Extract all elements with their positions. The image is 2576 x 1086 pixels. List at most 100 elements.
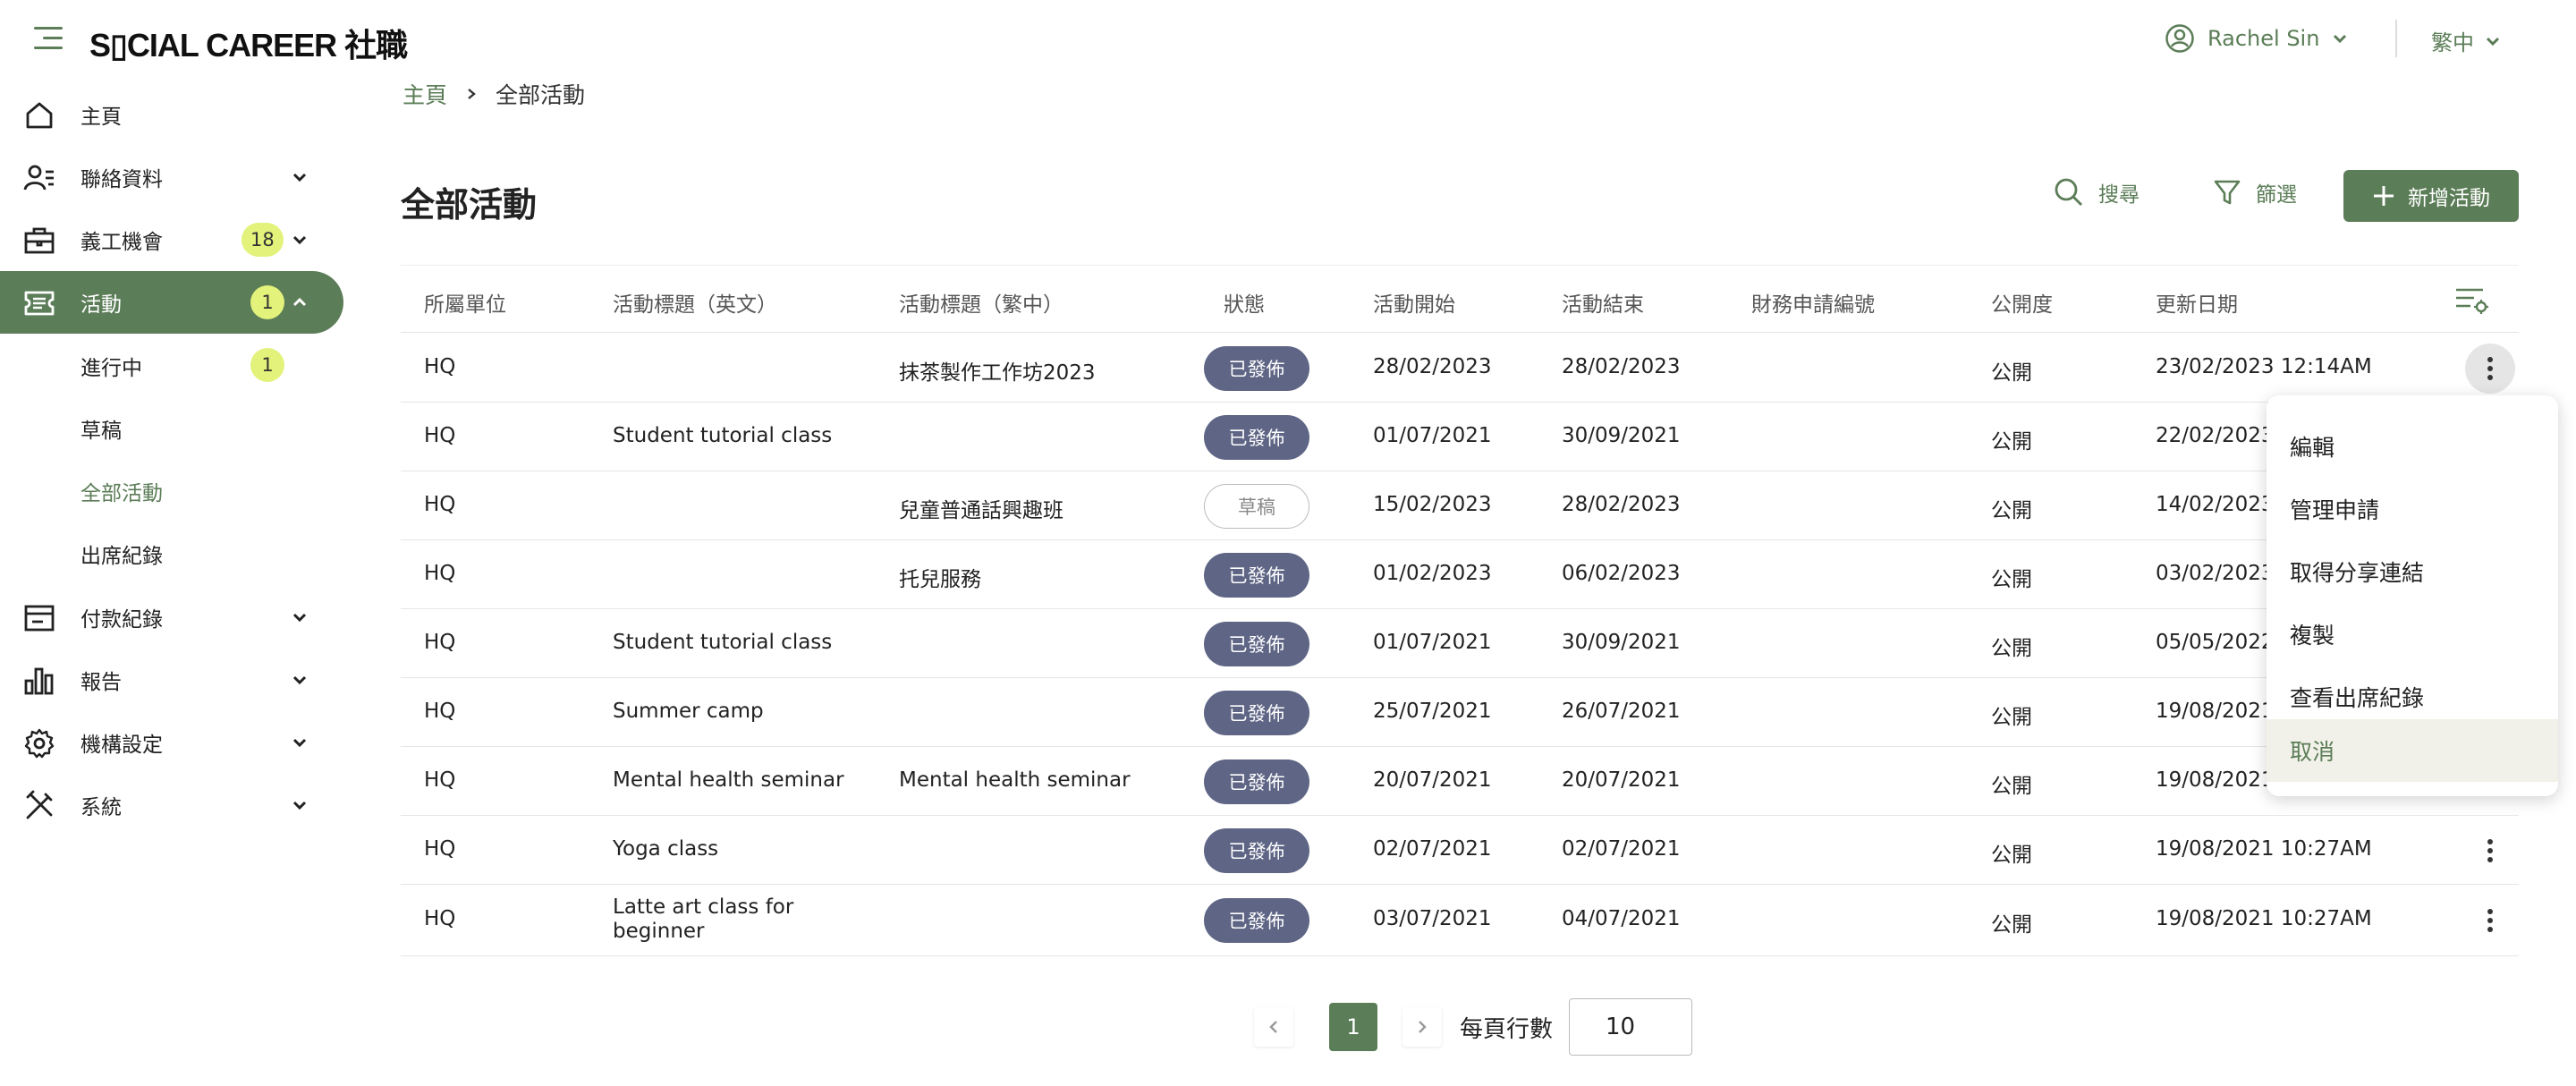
table-row[interactable]: HQ 兒童普通話興趣班 15/02/2023 28/02/2023 公開 14/02/20… [401, 471, 2519, 540]
filter-button[interactable]: 篩選 [2213, 177, 2297, 208]
language-selector[interactable]: 繁中 [2431, 25, 2501, 56]
contacts-icon [23, 165, 54, 191]
status-badge: 草稿 [1204, 483, 1309, 529]
chart-icon [24, 667, 54, 695]
cell-unit: HQ [424, 907, 456, 930]
cell-updated: 23/02/2023 12:14AM [2156, 354, 2372, 378]
home-icon [26, 102, 53, 129]
table-row[interactable]: HQ Yoga class 02/07/2021 02/07/2021 公開 19/08/… [401, 816, 2519, 885]
chevron-down-icon [2334, 34, 2347, 44]
sidebar-item-system[interactable]: 系統 [0, 774, 343, 836]
cell-unit: HQ [424, 630, 456, 654]
column-header[interactable]: 活動標題（英文） [613, 287, 777, 318]
cell-end: 30/09/2021 [1562, 423, 1681, 447]
sidebar-subitem-all-activities[interactable]: 全部活動 [80, 476, 163, 506]
more-vertical-icon [2487, 909, 2493, 932]
chevron-down-icon [292, 613, 307, 623]
cell-start: 01/02/2023 [1373, 561, 1492, 585]
menu-item-duplicate[interactable]: 複製 [2267, 603, 2558, 666]
column-header[interactable]: 活動開始 [1373, 287, 1455, 318]
column-header[interactable]: 財務申請編號 [1751, 287, 1875, 318]
next-page-button[interactable] [1402, 1007, 1442, 1047]
cell-start: 20/07/2021 [1373, 768, 1492, 792]
row-context-menu: 編輯 管理申請 取得分享連結 複製 查看出席紀錄 取消 [2267, 395, 2558, 796]
table-row[interactable]: HQ 托兒服務 01/02/2023 06/02/2023 公開 03/02/2023 已發… [401, 540, 2519, 609]
column-header[interactable]: 活動標題（繁中） [899, 287, 1063, 318]
sidebar-subitem-draft[interactable]: 草稿 [80, 413, 122, 444]
menu-item-cancel[interactable]: 取消 [2267, 719, 2558, 782]
table-row[interactable]: HQ Mental health seminar Mental health sem… [401, 747, 2519, 816]
sidebar-item-label: 系統 [80, 796, 122, 819]
status-badge: 已發佈 [1204, 827, 1309, 873]
row-actions-button[interactable] [2465, 343, 2515, 394]
chevron-down-icon [292, 738, 307, 748]
chevron-down-icon [292, 801, 307, 810]
cell-visibility: 公開 [1991, 361, 2032, 385]
row-actions-button[interactable] [2465, 826, 2515, 876]
status-badge: 已發佈 [1204, 414, 1309, 460]
status-badge: 已發佈 [1204, 621, 1309, 666]
menu-icon[interactable] [34, 27, 63, 50]
search-button[interactable]: 搜尋 [2054, 177, 2140, 208]
cell-title-en: Latte art class for beginner [613, 895, 794, 943]
sidebar-item-org-settings[interactable]: 機構設定 [0, 711, 343, 774]
ticket-icon [24, 291, 55, 316]
cell-title-en: Mental health seminar [613, 768, 844, 792]
column-settings-icon[interactable] [2454, 285, 2490, 316]
sidebar-item-label: 活動 [80, 293, 122, 317]
menu-item-manage-applications[interactable]: 管理申請 [2267, 478, 2558, 540]
sidebar-item-label: 付款紀錄 [80, 608, 163, 632]
sidebar-item-payments[interactable]: 付款紀錄 [0, 586, 343, 649]
cell-updated: 19/08/2021 [2156, 699, 2275, 723]
breadcrumb-home[interactable]: 主頁 [402, 78, 447, 110]
row-actions-button[interactable] [2465, 895, 2515, 946]
menu-item-get-share-link[interactable]: 取得分享連結 [2267, 540, 2558, 603]
column-header[interactable]: 所屬單位 [424, 287, 506, 318]
table-row[interactable]: HQ Student tutorial class 01/07/2021 30/09/… [401, 403, 2519, 471]
chevron-right-icon [1419, 1021, 1427, 1033]
sidebar-item-reports[interactable]: 報告 [0, 649, 343, 711]
rows-per-page-input[interactable] [1569, 998, 1692, 1056]
user-name: Rachel Sin [2207, 26, 2320, 51]
cell-unit: HQ [424, 561, 456, 585]
cell-end: 26/07/2021 [1562, 699, 1681, 723]
cell-title-zh: 托兒服務 [899, 567, 981, 591]
sidebar-item-home[interactable]: 主頁 [0, 83, 343, 146]
sidebar-item-contacts[interactable]: 聯絡資料 [0, 146, 343, 208]
app-logo[interactable]: S▯CIAL CAREER 社職 [89, 20, 408, 66]
sidebar-subitem-label: 全部活動 [80, 482, 163, 505]
cell-end: 02/07/2021 [1562, 836, 1681, 861]
sidebar-subitem-attendance[interactable]: 出席紀錄 [80, 539, 163, 569]
add-activity-button[interactable]: 新增活動 [2343, 170, 2519, 222]
sidebar-subitem-ongoing[interactable]: 進行中 [80, 351, 142, 381]
column-header[interactable]: 活動結束 [1562, 287, 1644, 318]
status-badge: 已發佈 [1204, 552, 1309, 598]
sidebar-item-activities[interactable]: 活動 1 [0, 271, 343, 334]
sidebar-subitem-label: 出席紀錄 [80, 545, 163, 568]
table-row[interactable]: HQ 抹茶製作工作坊2023 28/02/2023 28/02/2023 公開 23/02… [401, 334, 2519, 403]
cell-title-zh: 抹茶製作工作坊2023 [899, 361, 1096, 385]
count-badge: 18 [242, 223, 284, 257]
table-row[interactable]: HQ Latte art class for beginner 03/07/2021… [401, 885, 2519, 956]
user-menu[interactable]: Rachel Sin [2165, 23, 2348, 54]
table-row[interactable]: HQ Student tutorial class 01/07/2021 30/09/… [401, 609, 2519, 678]
chevron-up-icon [292, 297, 307, 307]
cell-start: 15/02/2023 [1373, 492, 1492, 516]
cell-visibility: 公開 [1991, 913, 2032, 937]
cell-updated: 19/08/2021 [2156, 768, 2275, 792]
table-row[interactable]: HQ Summer camp 25/07/2021 26/07/2021 公開 19/08… [401, 678, 2519, 747]
chevron-down-icon [292, 675, 307, 685]
column-header[interactable]: 公開度 [1991, 287, 2053, 318]
menu-item-edit[interactable]: 編輯 [2267, 415, 2558, 478]
plus-icon [2374, 186, 2394, 206]
page-number-button[interactable]: 1 [1329, 1003, 1377, 1051]
sidebar-item-volunteer[interactable]: 義工機會 18 [0, 208, 343, 271]
cell-visibility: 公開 [1991, 774, 2032, 798]
cell-title-zh: 兒童普通話興趣班 [899, 498, 1063, 522]
search-icon [2055, 178, 2082, 206]
more-vertical-icon [2487, 356, 2493, 380]
column-header[interactable]: 狀態 [1224, 287, 1265, 318]
column-header[interactable]: 更新日期 [2156, 287, 2238, 318]
prev-page-button[interactable] [1254, 1007, 1293, 1047]
cell-visibility: 公開 [1991, 567, 2032, 591]
